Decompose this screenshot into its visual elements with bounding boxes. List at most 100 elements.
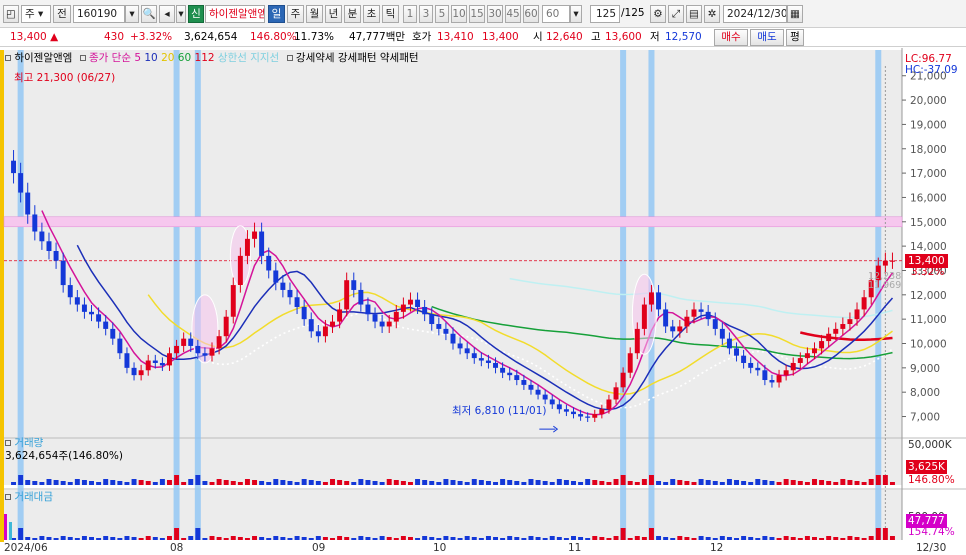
price-tick-label: 11,000: [910, 314, 947, 326]
volume-bar: [237, 482, 243, 485]
period-year-button[interactable]: 년: [325, 5, 342, 23]
calendar-icon[interactable]: ▦: [787, 5, 803, 23]
amount-bar: [585, 538, 591, 540]
interval-3-button[interactable]: 3: [419, 5, 433, 23]
settings-icon[interactable]: ⚙: [650, 5, 666, 23]
search-icon[interactable]: 🔍: [141, 5, 157, 23]
price-tick-label: 15,000: [910, 217, 947, 229]
speaker-dropdown-icon[interactable]: ▾: [176, 5, 186, 23]
interval-5-button[interactable]: 5: [435, 5, 449, 23]
period-day-button[interactable]: 일: [268, 5, 285, 23]
sell-button[interactable]: 매도: [750, 29, 784, 46]
current-pct-tag: 3.32%: [911, 266, 945, 278]
volume-bar: [641, 479, 647, 485]
current-price: 13,400 ▲: [10, 30, 58, 45]
chart-toolbar: ◰ 주 ▾ 전 160190 ▾ 🔍 ◂ ▾ 신 하이젠알앤엠 일 주 월 년 …: [0, 0, 966, 28]
period-second-button[interactable]: 초: [363, 5, 380, 23]
amount-bar: [195, 528, 201, 540]
legend-square-icon: [5, 440, 11, 446]
candle-body: [804, 353, 810, 359]
candle-body: [244, 238, 250, 256]
interval-input[interactable]: 60: [542, 5, 570, 23]
volume-label: 거래량: [14, 437, 44, 449]
candle-body: [152, 360, 158, 363]
count-total: /125: [621, 7, 645, 19]
interval-dropdown-icon[interactable]: ▾: [570, 5, 582, 23]
amount-bar: [358, 536, 364, 540]
amount-bar: [634, 536, 640, 540]
amount-bar: [812, 537, 817, 540]
alpha-badge[interactable]: 신: [188, 5, 204, 23]
interval-45-button[interactable]: 45: [505, 5, 521, 23]
menu-icon[interactable]: ◰: [3, 5, 19, 23]
interval-10-button[interactable]: 10: [451, 5, 467, 23]
period-month-button[interactable]: 월: [306, 5, 323, 23]
price-tick-label: 12,000: [910, 290, 947, 302]
amount-bar: [797, 538, 803, 540]
amount-bar: [344, 537, 350, 540]
x-label-jun: 2024/06: [4, 542, 48, 554]
market-select[interactable]: 주 ▾: [21, 5, 51, 23]
amount-bar: [656, 536, 662, 540]
amount-bar: [712, 538, 718, 540]
period-week-button[interactable]: 주: [287, 5, 304, 23]
save-icon[interactable]: ▤: [686, 5, 702, 23]
volume-bar: [485, 481, 491, 485]
amount-bar: [542, 538, 548, 540]
speaker-icon[interactable]: ◂: [159, 5, 175, 23]
quote-bar: 13,400 ▲ 430 +3.32% 3,624,654 146.80% 11…: [0, 28, 966, 47]
date-input[interactable]: 2024/12/30: [723, 5, 787, 23]
candle-body: [889, 260, 895, 262]
amount-spike-bar: [9, 522, 12, 540]
amount-bar: [117, 538, 123, 540]
volume-bar: [422, 480, 428, 485]
candle-body: [81, 304, 87, 312]
legend-ma60: 60: [177, 52, 192, 64]
chart-canvas[interactable]: 21,00020,00019,00018,00017,00016,00015,0…: [0, 48, 966, 555]
volume-bar: [53, 480, 59, 485]
amount-bar: [556, 537, 562, 540]
price-chart[interactable]: 21,000 20,000 19,000 18,000 17,000 16,000 15,0…: [0, 48, 966, 555]
count-input[interactable]: 125: [590, 5, 620, 23]
amount-bar: [188, 536, 194, 540]
buy-button[interactable]: 매수: [714, 29, 748, 46]
volume-bar: [478, 480, 484, 485]
legend-ma5: 5: [134, 52, 142, 64]
stock-name-field[interactable]: 하이젠알앤엠: [205, 5, 265, 23]
amount-bar: [18, 528, 24, 540]
stock-code-input[interactable]: 160190: [73, 5, 125, 23]
amount-bar: [670, 538, 676, 540]
volume-bar: [797, 481, 803, 485]
interval-15-button[interactable]: 15: [469, 5, 485, 23]
amount-bar: [294, 536, 300, 540]
evaluate-button[interactable]: 평: [786, 29, 804, 46]
volume-bar: [230, 481, 236, 485]
candle-body: [726, 338, 732, 349]
zoom-icon[interactable]: ⤢: [668, 5, 684, 23]
amount-bar: [60, 536, 66, 540]
amount-bar: [882, 528, 888, 540]
code-dropdown-icon[interactable]: ▾: [125, 5, 139, 23]
volume-bar: [273, 479, 279, 485]
volume-bar: [124, 482, 130, 485]
interval-1-button[interactable]: 1: [403, 5, 417, 23]
gear-icon[interactable]: ✲: [704, 5, 720, 23]
volume-bar: [571, 481, 576, 485]
volume-bar: [826, 481, 832, 485]
volume-bar: [344, 481, 350, 485]
candle-body: [507, 372, 513, 376]
period-minute-button[interactable]: 분: [344, 5, 361, 23]
volume-bar: [528, 479, 534, 485]
legend-upper-line: 상한선: [217, 52, 247, 64]
amount-bar: [202, 538, 208, 540]
period-tick-button[interactable]: 틱: [382, 5, 399, 23]
volume-bar: [358, 479, 364, 485]
period-toggle-button[interactable]: 전: [53, 5, 71, 23]
open-label: 시: [533, 31, 543, 43]
interval-30-button[interactable]: 30: [487, 5, 503, 23]
candle-body: [684, 316, 690, 327]
candle-body: [266, 255, 272, 271]
volume-bar: [606, 482, 612, 485]
amount-pane-background: [4, 490, 902, 540]
interval-60-button[interactable]: 60: [523, 5, 539, 23]
